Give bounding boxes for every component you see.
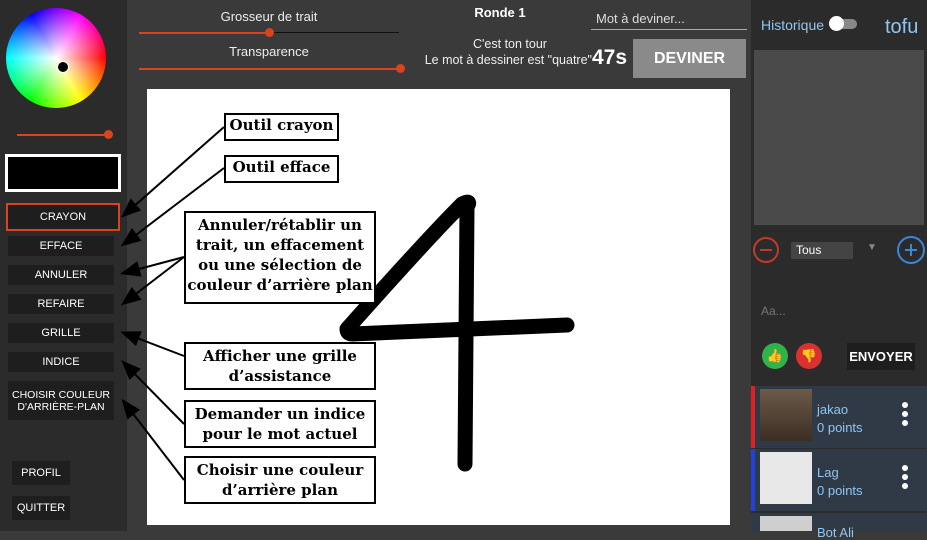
more-options-icon[interactable]: [902, 465, 908, 492]
remove-icon[interactable]: [753, 237, 779, 263]
username: tofu: [885, 16, 919, 38]
hint-annotation: Demander un indice pour le mot actuel: [184, 400, 376, 448]
avatar: [760, 516, 812, 531]
thumbs-down-icon[interactable]: 👎: [796, 343, 822, 369]
history-area: [754, 50, 924, 225]
background-color-annotation: Choisir une couleur d’arrière plan: [184, 456, 376, 504]
avatar: [760, 389, 812, 441]
history-toggle-knob[interactable]: [829, 16, 844, 31]
player-row: jakao 0 points: [751, 386, 927, 448]
player-color-bar: [751, 449, 755, 511]
filter-select[interactable]: Tous: [791, 242, 853, 259]
thumbs-up-icon[interactable]: 👍: [762, 343, 788, 369]
eraser-annotation: Outil efface: [224, 155, 339, 183]
player-color-bar: [751, 386, 755, 448]
grid-annotation: Afficher une grille d’assistance: [184, 342, 376, 390]
send-button[interactable]: ENVOYER: [847, 343, 915, 370]
history-label: Historique: [761, 17, 825, 33]
player-points: 0 points: [817, 420, 863, 435]
player-name: Bot Ali: [817, 525, 854, 540]
undo-redo-annotation: Annuler/rétablir un trait, un effacement…: [184, 211, 376, 304]
avatar: [760, 452, 812, 504]
chat-input[interactable]: Aa...: [761, 304, 786, 318]
chevron-down-icon[interactable]: ▼: [867, 242, 877, 253]
add-icon[interactable]: [897, 236, 925, 264]
player-row: Lag 0 points: [751, 449, 927, 511]
pencil-annotation: Outil crayon: [224, 113, 339, 141]
player-points: 0 points: [817, 483, 863, 498]
player-name: jakao: [817, 402, 849, 417]
side-panel: Historique tofu Tous ▼ Aa... 👍 👎 ENVOYER…: [751, 0, 927, 540]
player-row: Bot Ali: [751, 513, 927, 540]
more-options-icon[interactable]: [902, 402, 908, 429]
player-name: Lag: [817, 465, 839, 480]
